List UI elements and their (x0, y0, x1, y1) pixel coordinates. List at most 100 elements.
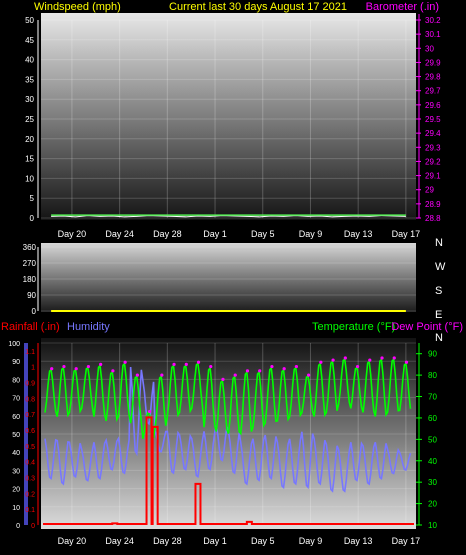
rainfall-tick-label: 1.1 (25, 349, 35, 356)
temperature-tick-label: 80 (428, 371, 437, 380)
temperature-tick-label: 40 (428, 457, 437, 466)
compass-direction-label: W (435, 261, 446, 273)
direction-tick-label: 270 (23, 259, 37, 268)
dewpoint-point (368, 358, 372, 362)
wind-x-tick-label: Day 5 (251, 229, 275, 239)
dewpoint-point (209, 364, 213, 369)
dewpoint-point (270, 364, 274, 369)
temperature-tick-label: 90 (428, 350, 437, 359)
windspeed-tick-label: 45 (25, 36, 34, 45)
rainfall-tick-label: 0.5 (25, 444, 35, 451)
windspeed-tick-label: 5 (30, 194, 35, 203)
barometer-tick-label: 29.9 (425, 58, 441, 67)
wind-x-tick-label: Day 24 (105, 229, 134, 239)
dewpoint-point (392, 356, 396, 360)
dewpoint-point (86, 364, 91, 369)
dewpoint-point (331, 358, 335, 362)
humidity-tick-label: 70 (12, 396, 20, 403)
barometer-tick-label: 29.5 (425, 115, 441, 124)
rainfall-tick-label: 0.7 (25, 412, 35, 419)
temperature-tick-label: 60 (428, 414, 437, 423)
dewpoint-point (99, 362, 103, 367)
rainfall-tick-label: 0.9 (25, 381, 35, 388)
temperature-tick-label: 70 (428, 393, 437, 402)
dewpoint-point (184, 362, 188, 367)
rainfall-tick-label: 0.2 (25, 491, 35, 498)
dewpoint-point (74, 367, 78, 371)
compass-direction-label: N (435, 237, 443, 249)
dewpoint-point (404, 360, 409, 364)
barometer-tick-label: 30.2 (425, 16, 441, 25)
rainfall-tick-label: 1 (31, 365, 35, 372)
dewpoint-axis-title: Dew Point (°F) (391, 321, 463, 333)
humidity-tick-label: 40 (12, 450, 20, 457)
humidity-tick-label: 80 (12, 377, 20, 384)
chart-title: Current last 30 days August 17 2021 (169, 1, 347, 13)
humidity-tick-label: 20 (12, 487, 20, 494)
rainfall-axis-title: Rainfall (.in) (1, 321, 60, 333)
bottom-x-tick-label: Day 9 (299, 536, 323, 546)
dewpoint-point (172, 362, 176, 367)
bottom-x-tick-label: Day 5 (251, 536, 275, 546)
windspeed-tick-label: 25 (25, 115, 34, 124)
dewpoint-point (123, 360, 127, 364)
dewpoint-point (50, 367, 54, 371)
dewpoint-point (111, 369, 115, 373)
temperature-tick-label: 30 (428, 478, 437, 487)
dewpoint-point (147, 409, 152, 414)
compass-direction-label: E (435, 309, 442, 321)
rainfall-tick-label: 0.1 (25, 507, 35, 514)
direction-tick-label: 180 (23, 275, 37, 284)
bottom-x-tick-label: Day 20 (58, 536, 87, 546)
wind-x-tick-label: Day 20 (58, 229, 87, 239)
rainfall-tick-label: 0.4 (25, 460, 35, 467)
dewpoint-point (294, 364, 298, 369)
bottom-x-tick-label: Day 17 (392, 536, 421, 546)
barometer-tick-label: 29.1 (425, 172, 441, 181)
barometer-tick-label: 29.7 (425, 87, 441, 96)
dewpoint-point (160, 373, 164, 377)
humidity-axis-title: Humidity (67, 321, 110, 333)
temperature-tick-label: 10 (428, 521, 437, 530)
windspeed-tick-label: 35 (25, 75, 34, 84)
windspeed-tick-label: 15 (25, 155, 34, 164)
dewpoint-point (343, 356, 347, 360)
windspeed-tick-label: 30 (25, 95, 34, 104)
barometer-axis-title: Barometer (.in) (366, 1, 439, 13)
barometer-tick-label: 29.2 (425, 157, 441, 166)
windspeed-tick-label: 40 (25, 56, 34, 65)
rainfall-tick-label: 0.3 (25, 476, 35, 483)
bottom-x-tick-label: Day 24 (105, 536, 134, 546)
weather-chart: Windspeed (mph) Current last 30 days Aug… (1, 1, 463, 546)
wind-barometer-panel (41, 13, 416, 220)
windspeed-tick-label: 0 (30, 214, 35, 223)
wind-x-tick-label: Day 28 (153, 229, 182, 239)
dewpoint-point (245, 369, 250, 373)
rainfall-tick-label: 0.8 (25, 396, 35, 403)
barometer-tick-label: 30.1 (425, 30, 441, 39)
humidity-tick-label: 60 (12, 414, 20, 421)
temperature-tick-label: 50 (428, 435, 437, 444)
barometer-tick-label: 28.8 (425, 214, 441, 223)
dewpoint-point (380, 356, 384, 360)
wind-direction-panel (41, 243, 416, 312)
barometer-tick-label: 29 (425, 186, 434, 195)
compass-direction-label: S (435, 285, 442, 297)
dewpoint-point (221, 377, 225, 381)
dewpoint-point (258, 369, 262, 373)
dewpoint-point (282, 367, 286, 371)
dewpoint-point (233, 373, 237, 377)
windspeed-tick-label: 10 (25, 174, 34, 183)
wind-x-tick-label: Day 9 (299, 229, 323, 239)
barometer-tick-label: 29.8 (425, 73, 441, 82)
barometer-tick-label: 30 (425, 44, 434, 53)
compass-direction-label: N (435, 332, 443, 344)
temperature-tick-label: 20 (428, 500, 437, 509)
windspeed-tick-label: 20 (25, 135, 34, 144)
barometer-tick-label: 29.6 (425, 101, 441, 110)
wind-x-tick-label: Day 17 (392, 229, 421, 239)
dewpoint-point (62, 364, 66, 369)
humidity-tick-label: 30 (12, 468, 20, 475)
direction-tick-label: 360 (23, 243, 37, 252)
humidity-tick-label: 50 (12, 432, 20, 439)
